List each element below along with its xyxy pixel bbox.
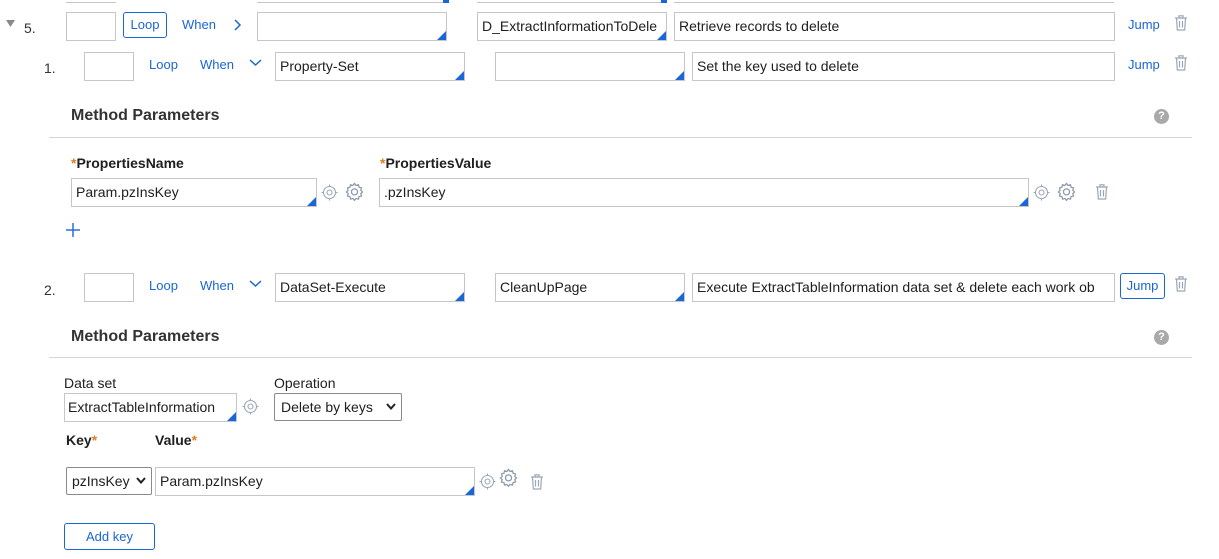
operation-select[interactable]: Delete by keys bbox=[274, 393, 402, 421]
step-page-input[interactable] bbox=[495, 52, 685, 81]
chevron-down-icon bbox=[386, 403, 396, 411]
step-label-input[interactable] bbox=[66, 12, 116, 41]
key-value-input[interactable]: Param.pzInsKey bbox=[155, 467, 475, 496]
gear-icon[interactable] bbox=[1057, 182, 1076, 201]
trash-icon[interactable] bbox=[1174, 15, 1188, 31]
loop-link[interactable]: Loop bbox=[149, 278, 178, 293]
description-input[interactable]: Retrieve records to delete bbox=[674, 12, 1115, 41]
loop-button[interactable]: Loop bbox=[123, 12, 167, 38]
when-link[interactable]: When bbox=[200, 57, 234, 72]
value-label: Value* bbox=[155, 432, 198, 448]
step-label-input[interactable] bbox=[84, 52, 134, 81]
prev-row-remnant bbox=[66, 0, 116, 3]
method-input[interactable]: Property-Set bbox=[275, 52, 465, 81]
key-label: Key* bbox=[66, 432, 98, 448]
chevron-down-icon[interactable] bbox=[249, 280, 262, 288]
gear-icon[interactable] bbox=[345, 182, 364, 201]
prev-row-remnant bbox=[443, 0, 449, 3]
jump-link[interactable]: Jump bbox=[1128, 57, 1160, 72]
step-page-input[interactable]: CleanUpPage bbox=[495, 273, 685, 302]
jump-button[interactable]: Jump bbox=[1120, 273, 1165, 299]
collapse-triangle-icon[interactable] bbox=[6, 20, 15, 28]
step-label-input[interactable] bbox=[84, 273, 134, 302]
chevron-right-icon[interactable] bbox=[234, 19, 242, 31]
add-row-icon[interactable] bbox=[65, 222, 81, 238]
properties-value-input[interactable]: .pzInsKey bbox=[379, 178, 1029, 207]
key-select[interactable]: pzInsKey bbox=[66, 467, 152, 495]
method-input[interactable]: DataSet-Execute bbox=[275, 273, 465, 302]
divider bbox=[49, 357, 1192, 358]
step-page-input[interactable]: D_ExtractInformationToDele bbox=[477, 12, 667, 41]
chevron-down-icon[interactable] bbox=[249, 59, 262, 67]
trash-icon[interactable] bbox=[1174, 55, 1188, 71]
data-set-input[interactable]: ExtractTableInformation bbox=[64, 393, 237, 422]
properties-name-input[interactable]: Param.pzInsKey bbox=[71, 178, 317, 207]
help-icon[interactable]: ? bbox=[1154, 330, 1169, 345]
operation-label: Operation bbox=[274, 375, 336, 391]
trash-icon[interactable] bbox=[1174, 276, 1188, 292]
prev-row-remnant bbox=[477, 0, 667, 3]
when-link[interactable]: When bbox=[182, 17, 216, 32]
method-input[interactable] bbox=[257, 12, 447, 41]
section-title: Method Parameters bbox=[71, 107, 220, 124]
required-marker: * bbox=[91, 432, 98, 448]
gear-icon[interactable] bbox=[499, 468, 518, 487]
target-icon[interactable] bbox=[1033, 184, 1050, 201]
prev-row-remnant bbox=[674, 0, 1114, 3]
trash-icon[interactable] bbox=[1095, 184, 1109, 200]
help-icon[interactable]: ? bbox=[1154, 109, 1169, 124]
target-icon[interactable] bbox=[479, 473, 496, 490]
add-key-button[interactable]: Add key bbox=[64, 523, 155, 550]
data-set-label: Data set bbox=[64, 375, 117, 391]
description-input[interactable]: Execute ExtractTableInformation data set… bbox=[692, 273, 1115, 302]
step-number: 2. bbox=[44, 282, 56, 298]
prev-row-remnant bbox=[661, 0, 667, 3]
when-link[interactable]: When bbox=[200, 278, 234, 293]
step-number: 1. bbox=[44, 60, 56, 76]
step-number: 5. bbox=[24, 20, 36, 36]
target-icon[interactable] bbox=[321, 184, 338, 201]
prev-row-remnant bbox=[257, 0, 447, 3]
properties-name-label: *PropertiesName bbox=[71, 155, 184, 171]
loop-link[interactable]: Loop bbox=[149, 57, 178, 72]
target-icon[interactable] bbox=[242, 398, 259, 415]
jump-link[interactable]: Jump bbox=[1128, 17, 1160, 32]
divider bbox=[49, 137, 1192, 138]
trash-icon[interactable] bbox=[530, 474, 544, 490]
section-title: Method Parameters bbox=[71, 328, 220, 345]
properties-value-label: *PropertiesValue bbox=[380, 155, 492, 171]
description-input[interactable]: Set the key used to delete bbox=[692, 52, 1115, 81]
chevron-down-icon bbox=[136, 477, 146, 485]
required-marker: * bbox=[191, 432, 198, 448]
